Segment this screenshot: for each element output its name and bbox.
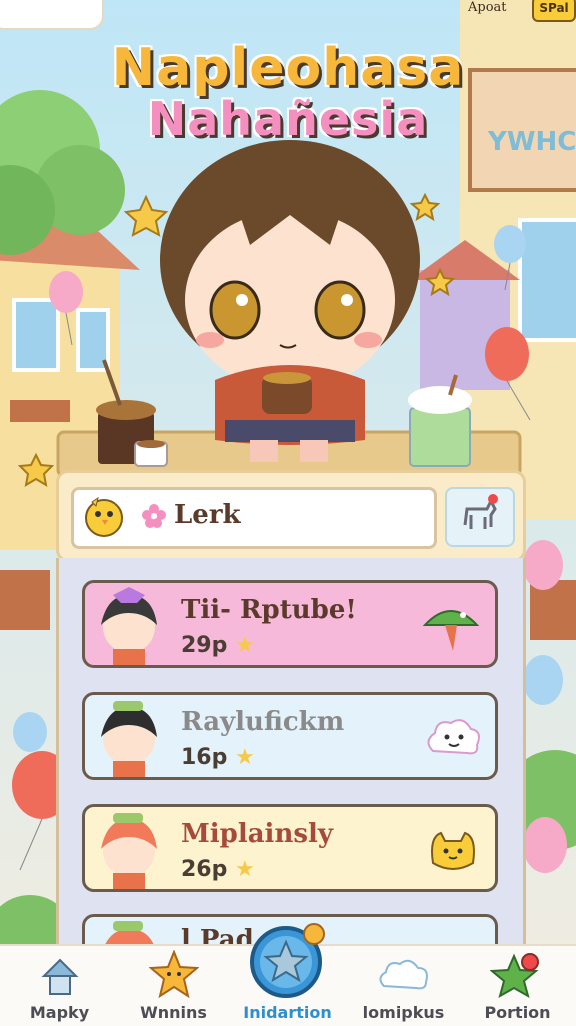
- row-points: 26p ★: [181, 857, 255, 882]
- nav-item-lomipkus[interactable]: lomipkus: [346, 946, 461, 1026]
- game-title-line2: Nahañesia: [147, 92, 429, 146]
- watermelon-slice-icon: [422, 610, 480, 651]
- nav-label: Wnnins: [140, 1003, 207, 1022]
- nav-item-wnnins[interactable]: Wnnins: [116, 946, 231, 1026]
- avatar: [101, 587, 157, 665]
- cloud-face-icon: [427, 719, 480, 755]
- potion-icon: [490, 953, 539, 999]
- star-icon: ★: [235, 633, 255, 658]
- list-item[interactable]: Miplainsly 26p ★: [82, 804, 498, 892]
- star-face-icon: [149, 950, 199, 998]
- coffee-cup: [134, 440, 168, 467]
- nav-label: Inidartion: [243, 1003, 332, 1022]
- star-icon: ★: [235, 745, 255, 770]
- nav-label: Portion: [484, 1003, 551, 1022]
- search-box[interactable]: Lerk: [71, 487, 437, 549]
- star-icon: ★: [235, 857, 255, 882]
- dog-icon: [463, 494, 498, 529]
- bottom-nav: Mapky Wnnins Inidartion lomipkus Portion: [0, 923, 576, 1026]
- top-right-label: Apoat: [468, 0, 507, 15]
- row-points: 29p ★: [181, 633, 255, 658]
- row-name: Raylufickm: [181, 707, 345, 737]
- row-name: Tii- Rptube!: [181, 595, 357, 625]
- yellow-cat-icon: [431, 831, 475, 870]
- flower-icon: [142, 504, 166, 528]
- nav-item-inidartion[interactable]: Inidartion: [230, 923, 345, 1026]
- list-item[interactable]: Raylufickm 16p ★: [82, 692, 498, 780]
- search-panel: Lerk: [56, 470, 526, 562]
- cloud-icon: [379, 959, 428, 990]
- nav-label: lomipkus: [362, 1003, 445, 1022]
- pet-button[interactable]: [445, 487, 515, 547]
- row-name: Miplainsly: [181, 819, 333, 849]
- nav-item-mapky[interactable]: Mapky: [2, 946, 117, 1026]
- nav-label: Mapky: [29, 1003, 90, 1022]
- chick-icon: [85, 496, 123, 537]
- star-button-icon: [250, 923, 325, 998]
- avatar: [101, 813, 157, 889]
- row-points: 16p ★: [181, 745, 255, 770]
- list-item[interactable]: Tii- Rptube! 29p ★: [82, 580, 498, 668]
- avatar: [101, 701, 157, 777]
- nav-item-portion[interactable]: Portion: [460, 946, 575, 1026]
- search-text: Lerk: [174, 500, 241, 530]
- top-left-pill[interactable]: [0, 0, 104, 30]
- top-right-badge[interactable]: SPal: [532, 0, 576, 22]
- home-icon: [41, 958, 79, 995]
- game-title-line1: Napleohasa: [111, 38, 465, 98]
